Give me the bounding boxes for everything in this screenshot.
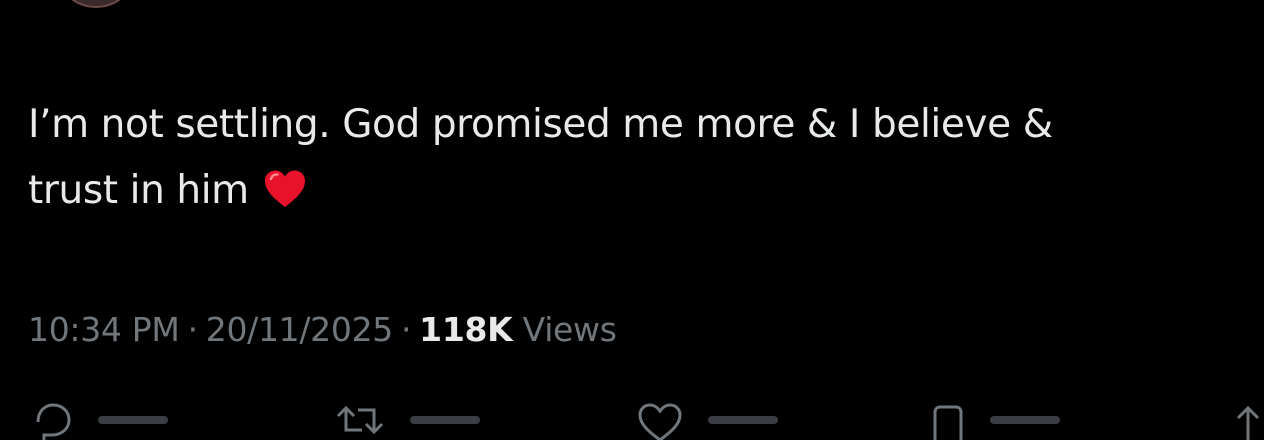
meta-separator: · [400, 310, 412, 349]
meta-separator: · [187, 310, 199, 349]
tweet-time[interactable]: 10:34 PM [28, 310, 180, 349]
heart-emoji-icon [264, 170, 305, 207]
share-button[interactable] [1232, 400, 1264, 440]
repost-icon [336, 405, 384, 435]
share-icon [1236, 405, 1260, 440]
tweet-text: I’m not settling. God promised me more &… [28, 92, 1253, 224]
tweet-text-line-2: trust in him [28, 168, 249, 213]
repost-button[interactable] [332, 400, 480, 440]
reply-icon [36, 403, 71, 440]
like-button[interactable] [634, 400, 778, 440]
views-label: Views [522, 310, 617, 349]
action-bar [0, 400, 1264, 440]
avatar[interactable] [60, 0, 132, 8]
tweet-meta: 10:34 PM · 20/11/2025 · 118K Views [28, 306, 617, 354]
bookmark-button[interactable] [928, 400, 1060, 440]
repost-count-obscured [410, 416, 480, 424]
like-icon [638, 403, 682, 440]
like-count-obscured [708, 416, 778, 424]
bookmark-count-obscured [990, 416, 1060, 424]
tweet-text-line-1: I’m not settling. God promised me more &… [28, 102, 1053, 147]
tweet-date[interactable]: 20/11/2025 [206, 310, 394, 349]
views-count: 118K [419, 310, 513, 349]
reply-button[interactable] [30, 400, 168, 440]
reply-count-obscured [98, 416, 168, 424]
bookmark-icon [933, 405, 963, 440]
